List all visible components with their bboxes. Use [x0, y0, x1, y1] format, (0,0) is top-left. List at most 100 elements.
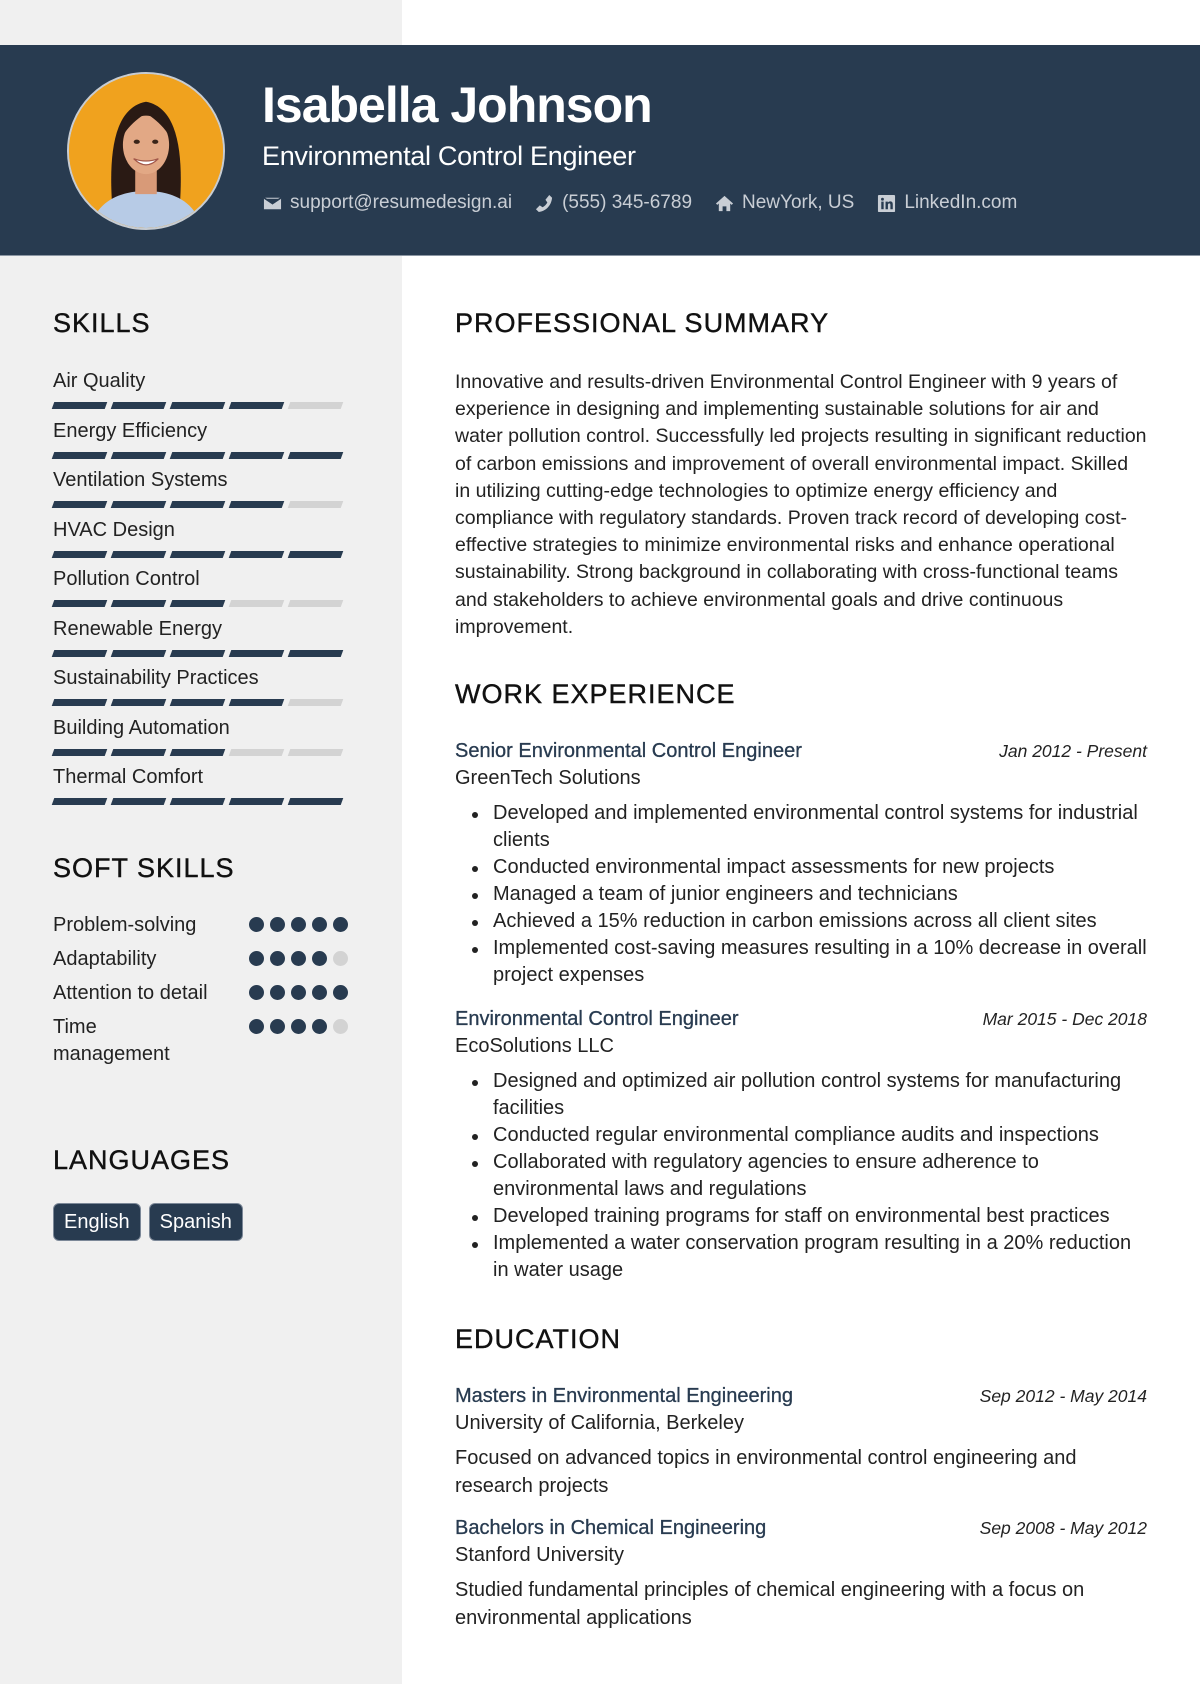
job-role: Senior Environmental Control Engineer [455, 740, 802, 762]
skill-segment-filled [287, 550, 344, 558]
skill-level-bar [51, 402, 348, 409]
skill-segment-empty [287, 699, 344, 706]
soft-skill-item: Adaptability [53, 946, 348, 973]
language-badge: English [53, 1203, 141, 1241]
soft-skills-list: Problem-solving Adaptability Attention to … [53, 912, 348, 1075]
skill-segment-filled [51, 798, 108, 805]
rating-dot-filled [270, 1019, 285, 1034]
rating-dot-empty [333, 1019, 348, 1034]
skill-segment-filled [51, 699, 108, 706]
skill-name: HVAC Design [53, 518, 175, 541]
skill-level-bar [51, 699, 348, 706]
job-bullets: Designed and optimized air pollution con… [455, 1068, 1147, 1284]
rating-dot-empty [333, 951, 348, 966]
education-description: Studied fundamental principles of chemic… [455, 1579, 1085, 1629]
job-entry: Environmental Control Engineer Mar 2015 … [455, 1006, 1147, 1284]
education-entry: Masters in Environmental Engineering Sep… [455, 1383, 1147, 1500]
skill-segment-filled [110, 649, 167, 657]
skill-item: Air Quality [51, 368, 348, 418]
skill-item: Pollution Control [51, 566, 348, 616]
skill-level-bar [51, 501, 348, 508]
skill-segment-filled [228, 550, 285, 558]
soft-skills-heading: SOFT SKILLS [53, 853, 235, 883]
education-entry: Bachelors in Chemical Engineering Sep 20… [455, 1515, 1147, 1632]
rating-dot-filled [291, 917, 306, 932]
skill-segment-empty [287, 501, 344, 508]
skill-name: Pollution Control [53, 568, 200, 590]
skill-segment-filled [110, 748, 167, 756]
bullet-item: Collaborated with regulatory agencies to… [455, 1149, 1147, 1203]
bullet-item: Implemented cost-saving measures resulti… [455, 935, 1147, 989]
skill-item: Renewable Energy [51, 616, 348, 666]
rating-dot-filled [312, 985, 327, 1000]
job-entry: Senior Environmental Control Engineer Ja… [455, 738, 1147, 989]
skill-segment-filled [110, 402, 167, 409]
rating-dot-filled [249, 1019, 264, 1034]
skill-segment-filled [169, 699, 226, 706]
job-role: Environmental Control Engineer [455, 1008, 739, 1030]
contact-email[interactable]: support@resumedesign.ai [262, 192, 512, 214]
contact-phone[interactable]: (555) 345-6789 [534, 192, 692, 214]
work-experience-heading: WORK EXPERIENCE [455, 679, 736, 709]
skill-segment-filled [169, 798, 226, 805]
bullet-item: Managed a team of junior engineers and t… [455, 881, 1147, 908]
language-badge: Spanish [148, 1203, 243, 1241]
skill-name: Thermal Comfort [53, 766, 204, 788]
skill-item: Thermal Comfort [51, 764, 348, 814]
education-description: Focused on advanced topics in environmen… [455, 1447, 1077, 1497]
education-date: Sep 2012 - May 2014 [979, 1386, 1147, 1406]
bullet-item: Conducted regular environmental complian… [455, 1122, 1147, 1149]
skill-level-bar [51, 550, 348, 558]
rating-dot-filled [249, 985, 264, 1000]
skill-segment-filled [228, 402, 285, 409]
rating-dot-filled [333, 985, 348, 1000]
skill-segment-filled [228, 451, 285, 459]
soft-skill-item: Time management [53, 1014, 348, 1068]
candidate-title: Environmental Control Engineer [262, 141, 636, 171]
bullet-item: Developed and implemented environmental … [455, 800, 1147, 854]
soft-skill-item: Problem-solving [53, 912, 348, 939]
soft-skill-rating [249, 946, 348, 973]
linkedin-icon [876, 193, 896, 213]
rating-dot-filled [270, 917, 285, 932]
skill-segment-filled [110, 600, 167, 607]
skill-name: Ventilation Systems [53, 469, 228, 491]
skill-segment-empty [287, 748, 344, 756]
skill-level-bar [51, 600, 348, 607]
skill-segment-filled [51, 550, 108, 558]
skill-segment-filled [169, 600, 226, 607]
skill-level-bar [51, 798, 348, 805]
skill-segment-filled [287, 798, 344, 805]
skill-segment-filled [287, 649, 344, 657]
skill-segment-filled [51, 600, 108, 607]
skill-segment-empty [228, 748, 285, 756]
contact-list: support@resumedesign.ai (555) 345-6789 N… [262, 192, 1017, 214]
skill-segment-filled [51, 501, 108, 508]
skill-segment-filled [169, 451, 226, 459]
skill-segment-filled [228, 501, 285, 508]
skill-name: Air Quality [53, 370, 146, 392]
skills-list: Air Quality Energy Efficiency Ventilation … [51, 368, 348, 814]
skill-segment-filled [51, 451, 108, 459]
skill-name: Building Automation [53, 716, 230, 739]
education-heading: EDUCATION [455, 1324, 622, 1354]
skill-segment-filled [51, 748, 108, 756]
skill-item: HVAC Design [51, 517, 348, 567]
languages-list: English Spanish [53, 1203, 243, 1241]
skill-name: Sustainability Practices [53, 667, 259, 689]
contact-linkedin[interactable]: LinkedIn.com [876, 192, 1017, 214]
school: University of California, Berkeley [455, 1412, 744, 1434]
soft-skill-rating [249, 1014, 348, 1068]
avatar [67, 72, 225, 230]
contact-email-text: support@resumedesign.ai [290, 192, 513, 213]
skill-level-bar [51, 748, 348, 756]
skill-segment-filled [51, 402, 108, 409]
languages-heading: LANGUAGES [53, 1145, 231, 1175]
skills-heading: SKILLS [53, 308, 151, 338]
contact-location-text: NewYork, US [742, 192, 855, 213]
skill-segment-filled [169, 550, 226, 558]
skill-segment-filled [169, 649, 226, 657]
rating-dot-filled [249, 951, 264, 966]
skill-segment-filled [110, 550, 167, 558]
skill-segment-filled [169, 748, 226, 756]
